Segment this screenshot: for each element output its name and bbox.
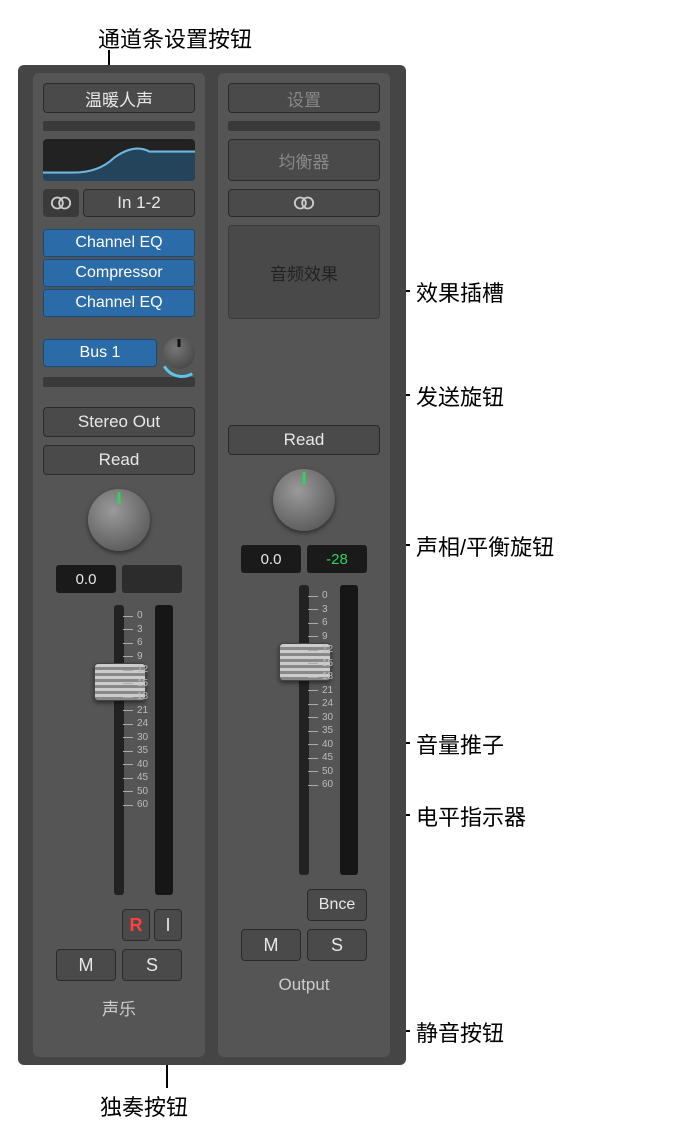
eq-preview[interactable] <box>43 139 195 181</box>
channel-strip-setting-button[interactable]: 温暖人声 <box>43 83 195 113</box>
gain-slot[interactable] <box>43 121 195 131</box>
send-knob[interactable] <box>163 337 195 369</box>
channel-strip-vocal: 温暖人声 In 1-2 Channel EQ Compressor Channe… <box>33 73 205 1057</box>
channel-strip-setting-button[interactable]: 设置 <box>228 83 380 113</box>
meter-scale: 0 3 6 9 12 15 18 21 24 30 35 40 45 50 60 <box>308 589 333 792</box>
input-button[interactable]: In 1-2 <box>83 189 195 217</box>
pan-knob[interactable] <box>273 469 335 531</box>
fader-area: 0 3 6 9 12 15 18 21 24 30 35 40 45 50 60 <box>43 601 195 901</box>
peak-value <box>122 565 182 593</box>
solo-button[interactable]: S <box>122 949 182 981</box>
mute-button[interactable]: M <box>241 929 301 961</box>
effect-slot-1[interactable]: Channel EQ <box>43 229 195 257</box>
mute-button[interactable]: M <box>56 949 116 981</box>
spacer <box>228 327 380 417</box>
fader-area: 0 3 6 9 12 15 18 21 24 30 35 40 45 50 60 <box>228 581 380 881</box>
level-meter <box>340 585 358 875</box>
input-monitor-button[interactable]: I <box>154 909 182 941</box>
callout-level-indicator: 电平指示器 <box>416 800 526 832</box>
automation-button[interactable]: Read <box>43 445 195 475</box>
effect-slot-2[interactable]: Compressor <box>43 259 195 287</box>
callout-channel-strip-settings: 通道条设置按钮 <box>98 22 252 54</box>
gain-slot[interactable] <box>228 121 380 131</box>
send-button[interactable]: Bus 1 <box>43 339 157 367</box>
automation-button[interactable]: Read <box>228 425 380 455</box>
callout-mute-button: 静音按钮 <box>416 1016 504 1048</box>
output-button[interactable]: Stereo Out <box>43 407 195 437</box>
callout-effect-slots: 效果插槽 <box>416 276 504 308</box>
eq-button[interactable]: 均衡器 <box>228 139 380 181</box>
callout-pan-knob: 声相/平衡旋钮 <box>416 530 554 562</box>
level-meter <box>155 605 173 895</box>
send-slot-empty[interactable] <box>43 377 195 387</box>
solo-button[interactable]: S <box>307 929 367 961</box>
pan-knob[interactable] <box>88 489 150 551</box>
audio-fx-slot[interactable]: 音频效果 <box>228 225 380 319</box>
meter-scale: 0 3 6 9 12 15 18 21 24 30 35 40 45 50 60 <box>123 609 148 812</box>
effect-slot-3[interactable]: Channel EQ <box>43 289 195 317</box>
stereo-button[interactable] <box>228 189 380 217</box>
stereo-icon[interactable] <box>43 189 79 217</box>
pan-value: 0.0 <box>241 545 301 573</box>
bounce-button[interactable]: Bnce <box>307 889 367 921</box>
callout-send-knob: 发送旋钮 <box>416 380 504 412</box>
callout-volume-fader: 音量推子 <box>416 728 504 760</box>
track-name: 声乐 <box>43 995 195 1020</box>
pan-value: 0.0 <box>56 565 116 593</box>
record-button[interactable]: R <box>122 909 150 941</box>
mixer-panel: 温暖人声 In 1-2 Channel EQ Compressor Channe… <box>18 65 406 1065</box>
peak-value: -28 <box>307 545 367 573</box>
channel-strip-output: 设置 均衡器 音频效果 Read 0.0 -28 <box>218 73 390 1057</box>
callout-solo-button: 独奏按钮 <box>100 1090 188 1122</box>
track-name: Output <box>228 975 380 995</box>
